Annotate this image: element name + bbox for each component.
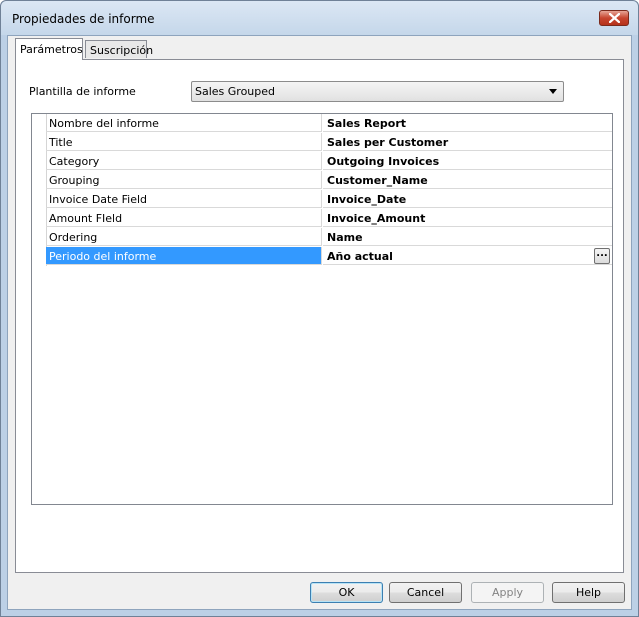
- property-value[interactable]: Sales per Customer: [323, 133, 612, 151]
- property-grid-margin: [32, 114, 47, 266]
- tab-suscripcion[interactable]: Suscripción: [85, 40, 153, 58]
- property-row[interactable]: Title Sales per Customer: [46, 133, 612, 152]
- property-name: Category: [46, 152, 322, 170]
- help-button[interactable]: Help: [552, 582, 625, 603]
- property-name: Nombre del informe: [46, 114, 322, 132]
- property-value[interactable]: Customer_Name: [323, 171, 612, 189]
- parameters-panel: Plantilla de informe Sales Grouped Nombr…: [15, 59, 624, 573]
- property-value[interactable]: Name: [323, 228, 612, 246]
- property-row[interactable]: Amount FIeld Invoice_Amount: [46, 209, 612, 228]
- property-value[interactable]: Año actual: [323, 247, 612, 265]
- apply-button[interactable]: Apply: [471, 582, 544, 603]
- template-label: Plantilla de informe: [29, 85, 136, 98]
- window-title: Propiedades de informe: [12, 12, 155, 26]
- ellipsis-button[interactable]: ...: [594, 248, 610, 264]
- tab-suscripcion-label: Suscripción: [90, 44, 154, 57]
- property-grid: Nombre del informe Sales Report Title Sa…: [31, 113, 613, 505]
- property-value[interactable]: Outgoing Invoices: [323, 152, 612, 170]
- ok-button[interactable]: OK: [310, 582, 383, 603]
- property-value[interactable]: Sales Report: [323, 114, 612, 132]
- property-row[interactable]: Ordering Name: [46, 228, 612, 247]
- property-row[interactable]: Grouping Customer_Name: [46, 171, 612, 190]
- property-value[interactable]: Invoice_Date: [323, 190, 612, 208]
- dropdown-arrow-icon: [549, 89, 557, 94]
- close-button[interactable]: [599, 10, 629, 26]
- template-dropdown[interactable]: Sales Grouped: [191, 81, 564, 102]
- property-row-selected[interactable]: Periodo del informe Año actual ...: [46, 247, 612, 266]
- property-name: Amount FIeld: [46, 209, 322, 227]
- property-name: Ordering: [46, 228, 322, 246]
- property-name: Title: [46, 133, 322, 151]
- tab-parametros[interactable]: Parámetros: [15, 38, 83, 60]
- property-row[interactable]: Nombre del informe Sales Report: [46, 114, 612, 133]
- close-icon: [609, 13, 620, 23]
- property-row[interactable]: Category Outgoing Invoices: [46, 152, 612, 171]
- property-row[interactable]: Invoice Date Field Invoice_Date: [46, 190, 612, 209]
- template-dropdown-value: Sales Grouped: [195, 85, 276, 98]
- property-value[interactable]: Invoice_Amount: [323, 209, 612, 227]
- cancel-button[interactable]: Cancel: [389, 582, 462, 603]
- title-bar[interactable]: Propiedades de informe: [1, 1, 638, 35]
- dialog-client-area: Parámetros Suscripción Plantilla de info…: [7, 35, 632, 610]
- tab-parametros-label: Parámetros: [20, 43, 83, 56]
- property-name: Grouping: [46, 171, 322, 189]
- dialog-window: Propiedades de informe Parámetros Suscri…: [0, 0, 639, 617]
- property-name: Invoice Date Field: [46, 190, 322, 208]
- property-name: Periodo del informe: [46, 247, 322, 265]
